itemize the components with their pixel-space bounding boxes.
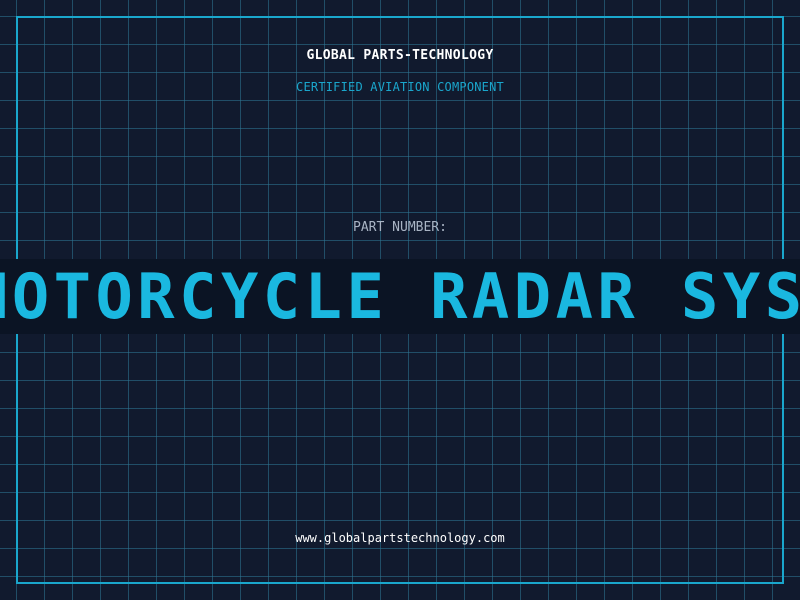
tagline: CERTIFIED AVIATION COMPONENT [296, 80, 504, 94]
part-number-value: MOTORCYCLE RADAR SYSTEM [0, 260, 800, 333]
company-name: GLOBAL PARTS-TECHNOLOGY [306, 48, 494, 63]
website-url: www.globalpartstechnology.com [295, 531, 505, 545]
part-number-band: MOTORCYCLE RADAR SYSTEM [0, 259, 800, 334]
part-number-label: PART NUMBER: [353, 220, 447, 235]
